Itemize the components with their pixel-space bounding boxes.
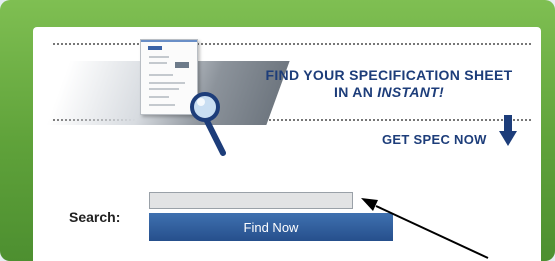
get-spec-now-link[interactable]: GET SPEC NOW [382,132,487,147]
search-input[interactable] [149,192,353,209]
magnifying-glass-icon [190,92,226,156]
banner-headline: FIND YOUR SPECIFICATION SHEET IN AN INST… [258,67,520,101]
spec-search-panel: FIND YOUR SPECIFICATION SHEET IN AN INST… [33,27,541,261]
headline-line-2: IN AN INSTANT! [334,84,444,100]
down-arrow-icon [499,115,517,146]
headline-line-1: FIND YOUR SPECIFICATION SHEET [265,67,513,83]
top-dotted-divider [53,43,531,45]
search-label: Search: [69,209,121,225]
find-now-button[interactable]: Find Now [149,213,393,241]
